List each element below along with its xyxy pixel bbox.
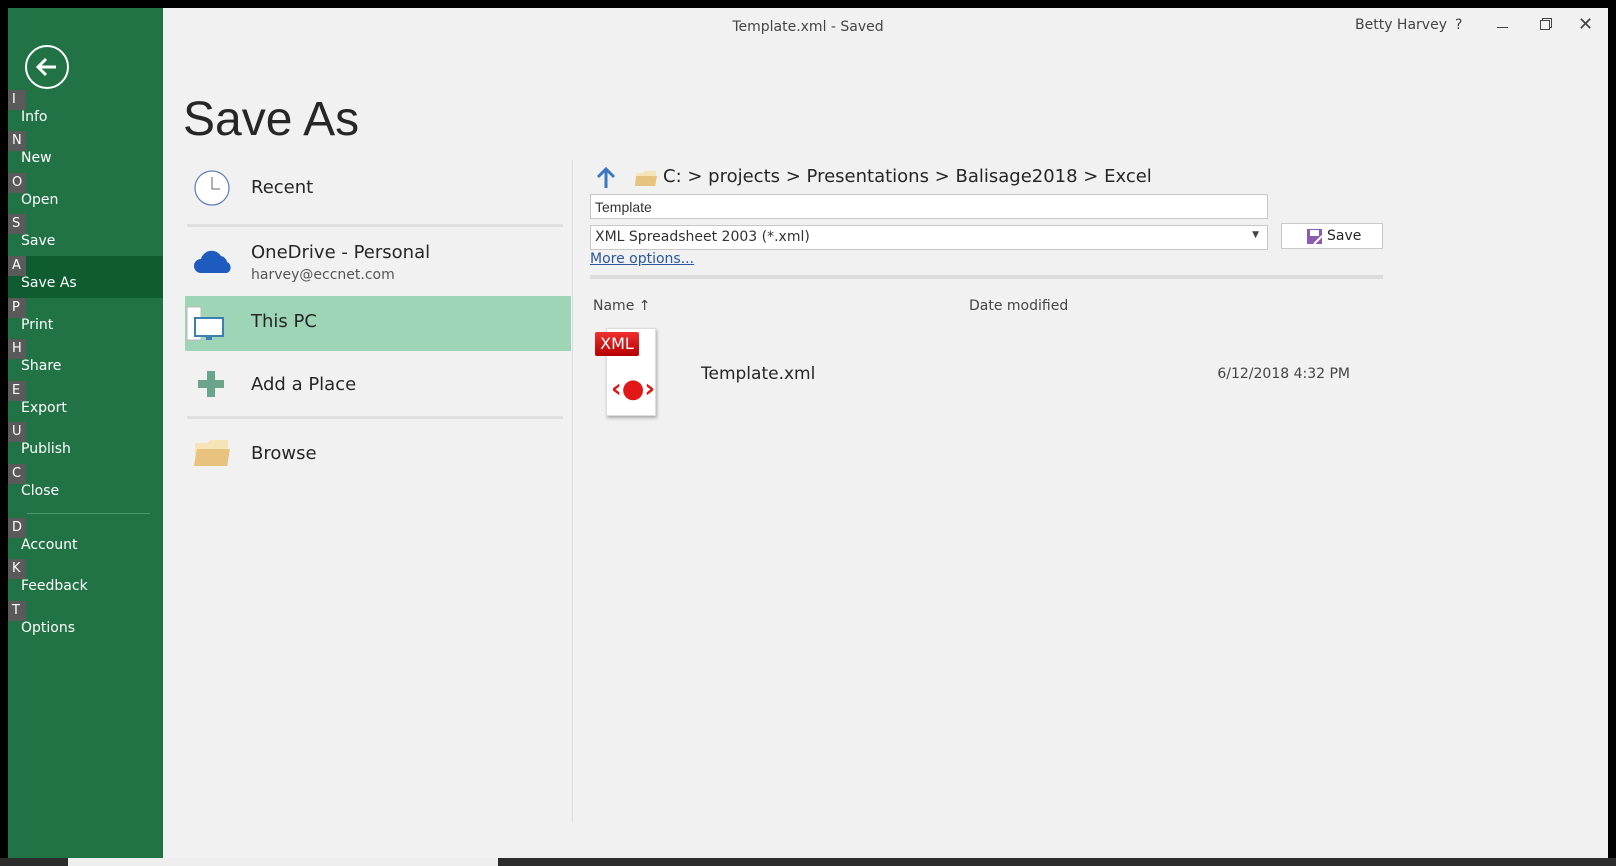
sidebar-item-open[interactable]: O Open: [8, 173, 163, 215]
keytip: A: [8, 256, 26, 276]
place-this-pc[interactable]: This PC: [185, 296, 571, 351]
section-divider: [590, 275, 1383, 279]
save-disk-icon: [1307, 229, 1323, 245]
computer-icon: [186, 306, 224, 341]
sidebar-item-feedback[interactable]: K Feedback: [8, 559, 163, 601]
sidebar-item-account[interactable]: D Account: [8, 518, 163, 560]
restore-button[interactable]: [1540, 20, 1550, 30]
sidebar-item-label: Account: [21, 537, 78, 553]
place-recent[interactable]: Recent: [185, 168, 571, 208]
keytip: K: [8, 559, 26, 579]
sidebar-item-share[interactable]: H Share: [8, 339, 163, 381]
xml-badge: XML: [595, 332, 639, 356]
user-name[interactable]: Betty Harvey: [1355, 17, 1447, 33]
filetype-value: XML Spreadsheet 2003 (*.xml): [595, 229, 810, 245]
keytip: T: [8, 601, 26, 621]
sidebar-item-close[interactable]: C Close: [8, 464, 163, 506]
sidebar-item-save-as[interactable]: A Save As: [8, 256, 163, 298]
sidebar-item-label: Save As: [21, 275, 77, 291]
save-button[interactable]: Save: [1281, 223, 1383, 249]
sidebar-item-label: Info: [21, 109, 48, 125]
column-header-name[interactable]: Name ↑: [593, 298, 651, 314]
filename-input[interactable]: [590, 194, 1268, 219]
sidebar-item-info[interactable]: I Info: [8, 90, 163, 132]
save-label: Save: [1327, 228, 1362, 244]
panel-divider: [572, 160, 573, 822]
sidebar-item-label: Feedback: [21, 578, 88, 594]
sidebar-divider: [27, 513, 150, 514]
clock-icon: [194, 170, 230, 206]
sidebar-item-options[interactable]: T Options: [8, 601, 163, 643]
sidebar-item-new[interactable]: N New: [8, 131, 163, 173]
place-label: This PC: [251, 311, 317, 332]
file-row[interactable]: XML ‹●› Template.xml 6/12/2018 4:32 PM: [590, 322, 1383, 422]
chevron-down-icon: ▼: [1252, 230, 1259, 240]
sidebar-item-label: Save: [21, 233, 56, 249]
back-button[interactable]: [25, 45, 69, 89]
backstage-sidebar: I Info N New O Open S Save A Save As P Print H Share E…: [8, 8, 163, 858]
keytip: H: [8, 339, 26, 359]
keytip: N: [8, 131, 26, 151]
xml-file-icon: XML ‹●›: [592, 324, 662, 420]
onedrive-cloud-icon: [194, 250, 231, 273]
sidebar-item-label: Close: [21, 483, 60, 499]
sidebar-item-label: Options: [21, 620, 76, 636]
keytip: O: [8, 173, 26, 193]
keytip: U: [8, 422, 26, 442]
close-button[interactable]: ✕: [1578, 14, 1593, 35]
keytip: I: [8, 90, 26, 110]
up-arrow-icon[interactable]: [596, 167, 616, 189]
places-divider: [187, 224, 563, 227]
place-label: Recent: [251, 177, 314, 198]
sidebar-item-save[interactable]: S Save: [8, 214, 163, 256]
sidebar-item-label: Print: [21, 317, 54, 333]
arrow-left-icon: [35, 57, 56, 77]
file-date: 6/12/2018 4:32 PM: [1217, 366, 1350, 382]
place-label: OneDrive - Personal: [251, 242, 431, 263]
place-browse[interactable]: Browse: [185, 433, 571, 473]
plus-icon: [198, 371, 224, 397]
folder-icon: [635, 171, 657, 186]
place-onedrive[interactable]: OneDrive - Personal harvey@eccnet.com: [185, 238, 571, 290]
place-label: Add a Place: [251, 374, 357, 395]
sidebar-item-label: Share: [21, 358, 62, 374]
minimize-button[interactable]: [1497, 27, 1508, 28]
keytip: P: [8, 298, 26, 318]
keytip: S: [8, 214, 26, 234]
sidebar-item-label: Open: [21, 192, 59, 208]
page-title: Save As: [183, 93, 360, 146]
column-label: Name: [593, 298, 635, 314]
place-email: harvey@eccnet.com: [251, 267, 395, 283]
sidebar-item-label: Export: [21, 400, 67, 416]
taskbar-segment: [68, 858, 498, 866]
sidebar-item-label: New: [21, 150, 52, 166]
filetype-select[interactable]: XML Spreadsheet 2003 (*.xml) ▼: [590, 225, 1268, 250]
folder-icon: [194, 440, 230, 466]
sidebar-item-export[interactable]: E Export: [8, 381, 163, 423]
help-button[interactable]: ?: [1455, 17, 1462, 33]
more-options-link[interactable]: More options...: [590, 251, 694, 267]
sort-ascending-icon: ↑: [638, 298, 651, 314]
keytip: C: [8, 464, 26, 484]
column-header-date[interactable]: Date modified: [969, 298, 1068, 314]
sidebar-item-print[interactable]: P Print: [8, 298, 163, 340]
breadcrumb[interactable]: C: > projects > Presentations > Balisage…: [663, 166, 1152, 187]
keytip: D: [8, 518, 26, 538]
sidebar-item-publish[interactable]: U Publish: [8, 422, 163, 464]
keytip: E: [8, 381, 26, 401]
place-label: Browse: [251, 443, 317, 464]
places-divider: [187, 416, 563, 419]
file-name: Template.xml: [701, 364, 816, 384]
place-add-a-place[interactable]: Add a Place: [185, 364, 571, 404]
sidebar-item-label: Publish: [21, 441, 71, 457]
